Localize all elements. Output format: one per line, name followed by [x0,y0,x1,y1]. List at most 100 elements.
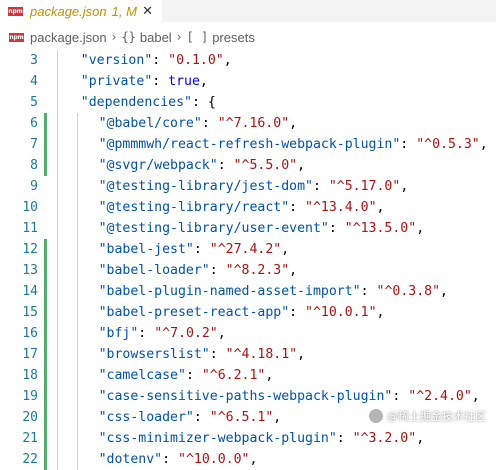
indent-guide [76,407,78,428]
modified-line-marker[interactable] [44,281,47,302]
code-line[interactable]: 10 "@testing-library/react": "^13.4.0", [0,197,496,218]
json-punctuation: , [416,431,425,446]
code-line[interactable]: 7 "@pmmmwh/react-refresh-webpack-plugin":… [0,134,496,155]
json-key: "babel-plugin-named-asset-import" [98,284,361,299]
json-string: "^13.4.0" [305,200,377,215]
indent-guide [76,176,78,197]
code-line[interactable]: 17 "browserslist": "^4.18.1", [0,344,496,365]
breadcrumb-item-package-json[interactable]: package.json [30,30,107,45]
indent-guide [76,155,78,176]
json-string: "^0.3.8" [376,284,441,299]
indent-guide [76,239,78,260]
indent-guide [76,365,78,386]
code-text: "camelcase": "^6.2.1", [99,365,274,386]
code-text: "@pmmmwh/react-refresh-webpack-plugin": … [99,134,488,155]
code-line[interactable]: 22 "dotenv": "^10.0.0", [0,449,496,470]
json-key: "@svgr/webpack" [98,158,218,173]
line-number: 8 [30,158,38,173]
code-line[interactable]: 3 "version": "0.1.0", [0,50,496,71]
json-punctuation: : [193,410,210,425]
modified-line-marker[interactable] [44,155,47,176]
line-number: 16 [22,326,38,341]
code-line[interactable]: 4 "private": true, [0,71,496,92]
modified-line-marker[interactable] [44,134,47,155]
modified-line-marker[interactable] [44,113,47,134]
code-text: "@svgr/webpack": "^5.5.0", [99,155,305,176]
modified-line-marker[interactable] [44,428,47,449]
indent-guide [76,197,78,218]
modified-line-marker[interactable] [44,239,47,260]
code-text: "css-loader": "^6.5.1", [99,407,282,428]
code-line[interactable]: 15 "babel-preset-react-app": "^10.0.1", [0,302,496,323]
json-punctuation: : [289,305,306,320]
tab-package-json[interactable]: npm package.json 1, M ✕ [0,0,162,22]
json-punctuation: , [297,158,306,173]
indent-guide [57,386,58,407]
modified-line-marker[interactable] [44,386,47,407]
json-key: "css-loader" [98,410,194,425]
close-icon[interactable]: ✕ [142,4,153,19]
json-key: "dependencies" [80,95,192,110]
code-text: "css-minimizer-webpack-plugin": "^3.2.0"… [99,428,425,449]
breadcrumb-item-presets[interactable]: presets [212,30,255,45]
indent-guide [57,218,58,239]
json-punctuation: : [312,179,329,194]
json-punctuation: : [392,389,409,404]
indent-guide [76,386,78,407]
indent-guide [76,449,78,470]
breadcrumb-item-babel[interactable]: babel [140,30,172,45]
json-punctuation: , [249,452,258,467]
line-number: 5 [30,95,38,110]
code-line[interactable]: 9 "@testing-library/jest-dom": "^5.17.0", [0,176,496,197]
code-line[interactable]: 19 "case-sensitive-paths-webpack-plugin":… [0,386,496,407]
code-line[interactable]: 5 "dependencies": { [0,92,496,113]
line-number: 14 [22,284,38,299]
json-punctuation: : [162,452,179,467]
code-text: "babel-jest": "^27.4.2", [99,239,290,260]
json-key: "camelcase" [98,368,186,383]
json-punctuation: , [479,137,488,152]
modified-line-marker[interactable] [44,323,47,344]
code-line[interactable]: 8 "@svgr/webpack": "^5.5.0", [0,155,496,176]
indent-guide [57,50,58,71]
json-punctuation: , [400,179,409,194]
indent-guide [57,113,58,134]
watermark: @稀土掘金技术社区 [369,408,486,424]
code-line[interactable]: 16 "bfj": "^7.0.2", [0,323,496,344]
code-line[interactable]: 11 "@testing-library/user-event": "^13.5.… [0,218,496,239]
code-line[interactable]: 12 "babel-jest": "^27.4.2", [0,239,496,260]
braces-icon: {} [121,30,136,44]
json-string: "^27.4.2" [209,242,282,257]
code-line[interactable]: 21 "css-minimizer-webpack-plugin": "^3.2.… [0,428,496,449]
npm-icon: npm [8,6,23,16]
indent-guide [57,365,58,386]
json-key: "@babel/core" [98,116,202,131]
line-number: 19 [22,389,38,404]
line-number: 10 [22,200,38,215]
code-line[interactable]: 6 "@babel/core": "^7.16.0", [0,113,496,134]
json-punctuation: : [360,284,377,299]
modified-line-marker[interactable] [44,407,47,428]
indent-guide [76,281,78,302]
json-punctuation: , [265,368,274,383]
code-line[interactable]: 13 "babel-loader": "^8.2.3", [0,260,496,281]
code-line[interactable]: 14 "babel-plugin-named-asset-import": "^0… [0,281,496,302]
json-punctuation: , [289,263,298,278]
modified-line-marker[interactable] [44,302,47,323]
json-string: "^10.0.0" [178,452,250,467]
code-text: "browserslist": "^4.18.1", [99,344,305,365]
json-key: "@testing-library/react" [98,200,290,215]
code-editor[interactable]: 3 "version": "0.1.0", 4 "private": true, 5 "d… [0,50,496,470]
json-key: "babel-jest" [98,242,194,257]
indent-guide [57,134,58,155]
modified-line-marker[interactable] [44,260,47,281]
modified-line-marker[interactable] [44,344,47,365]
indent-guide [76,302,78,323]
code-line[interactable]: 18 "camelcase": "^6.2.1", [0,365,496,386]
json-punctuation: , [471,389,480,404]
brackets-icon: [ ] [186,30,209,44]
modified-line-marker[interactable] [44,365,47,386]
json-punctuation: : [193,242,210,257]
indent-guide [76,260,78,281]
modified-line-marker[interactable] [44,449,47,470]
